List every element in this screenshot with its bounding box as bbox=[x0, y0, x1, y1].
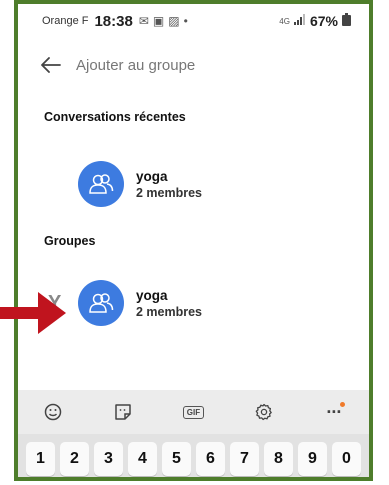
group-icon bbox=[89, 293, 114, 313]
network-label: 4G bbox=[279, 16, 290, 26]
key-3[interactable]: 3 bbox=[94, 442, 123, 476]
notification-dot bbox=[340, 401, 346, 407]
page-title: Ajouter au groupe bbox=[76, 56, 196, 74]
keyboard-toolbar: GIF ··· bbox=[18, 390, 369, 434]
groups-heading: Groupes bbox=[44, 234, 96, 248]
keyboard-settings-button[interactable] bbox=[249, 397, 279, 427]
image-icon: ▨ bbox=[168, 14, 180, 28]
phone-frame: Orange F 18:38 ✉ ▣ ▨ • 4G 67% Ajouter au… bbox=[14, 0, 373, 481]
group-avatar bbox=[78, 280, 124, 326]
recent-conversations-heading: Conversations récentes bbox=[44, 110, 186, 124]
battery-percentage: 67% bbox=[309, 13, 338, 29]
key-7[interactable]: 7 bbox=[230, 442, 259, 476]
mail-icon: ✉ bbox=[138, 14, 149, 28]
back-button[interactable] bbox=[38, 52, 64, 78]
sticker-icon bbox=[115, 404, 132, 420]
member-count: 2 membres bbox=[136, 304, 203, 319]
group-icon bbox=[89, 174, 114, 194]
group-avatar bbox=[78, 161, 124, 207]
group-name: yoga bbox=[136, 287, 168, 303]
carrier-label: Orange F bbox=[42, 15, 89, 27]
key-6[interactable]: 6 bbox=[196, 442, 225, 476]
status-bar: Orange F 18:38 ✉ ▣ ▨ • 4G 67% bbox=[18, 4, 369, 38]
group-item-text: yoga 2 membres bbox=[136, 288, 202, 319]
signal-icon bbox=[293, 14, 306, 28]
key-8[interactable]: 8 bbox=[264, 442, 293, 476]
more-icon: ··· bbox=[326, 401, 346, 423]
more-button[interactable]: ··· bbox=[319, 397, 349, 427]
group-list-item[interactable]: Y yoga 2 membres bbox=[18, 272, 369, 334]
key-1[interactable]: 1 bbox=[26, 442, 55, 476]
member-count: 2 membres bbox=[136, 185, 203, 200]
emoji-button[interactable] bbox=[38, 397, 68, 427]
group-name: yoga bbox=[136, 168, 168, 184]
key-5[interactable]: 5 bbox=[162, 442, 191, 476]
back-arrow-icon bbox=[41, 57, 61, 73]
key-2[interactable]: 2 bbox=[60, 442, 89, 476]
gif-icon: GIF bbox=[182, 405, 205, 419]
gallery-icon: ▣ bbox=[152, 14, 165, 28]
app-bar: Ajouter au groupe bbox=[18, 50, 369, 80]
number-row: 1 2 3 4 5 6 7 8 9 0 bbox=[18, 434, 369, 477]
notification-icons: ✉ ▣ ▨ • bbox=[139, 14, 188, 28]
key-0[interactable]: 0 bbox=[332, 442, 361, 476]
sticker-button[interactable] bbox=[108, 397, 138, 427]
gif-button[interactable]: GIF bbox=[178, 397, 208, 427]
system-icons: 4G 67% bbox=[279, 13, 351, 29]
battery-icon bbox=[342, 13, 351, 29]
emoji-icon bbox=[44, 403, 62, 421]
key-4[interactable]: 4 bbox=[128, 442, 157, 476]
key-9[interactable]: 9 bbox=[298, 442, 327, 476]
recent-item-text: yoga 2 membres bbox=[136, 169, 202, 200]
dot-icon: • bbox=[183, 14, 188, 28]
annotation-arrow bbox=[0, 292, 66, 334]
clock: 18:38 bbox=[94, 12, 133, 30]
recent-conversation-item[interactable]: yoga 2 membres bbox=[18, 153, 369, 215]
settings-icon bbox=[255, 403, 272, 421]
